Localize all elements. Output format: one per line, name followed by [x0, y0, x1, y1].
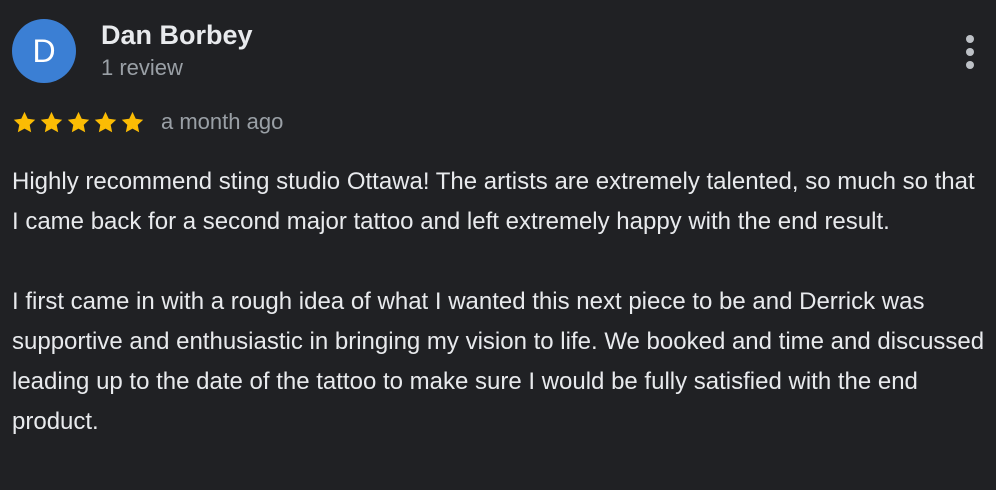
more-options-button[interactable] — [952, 30, 988, 74]
review-date: a month ago — [161, 109, 284, 134]
review-card: D Dan Borbey 1 review a month ago Highly… — [0, 0, 996, 490]
reviewer-name[interactable]: Dan Borbey — [101, 20, 253, 51]
rating-row: a month ago — [12, 106, 283, 138]
review-paragraph: I first came in with a rough idea of wha… — [12, 288, 985, 435]
review-count: 1 review — [101, 55, 183, 80]
star-icon — [67, 111, 90, 132]
review-text: Highly recommend sting studio Ottawa! Th… — [12, 162, 987, 442]
star-icon — [121, 111, 144, 132]
review-paragraph: Highly recommend sting studio Ottawa! Th… — [12, 168, 975, 235]
avatar[interactable]: D — [12, 19, 76, 83]
star-icon — [13, 111, 36, 132]
star-rating — [12, 110, 145, 135]
avatar-initial: D — [32, 32, 56, 69]
star-icon — [40, 111, 63, 132]
more-vert-icon — [966, 35, 974, 69]
star-icon — [94, 111, 117, 132]
